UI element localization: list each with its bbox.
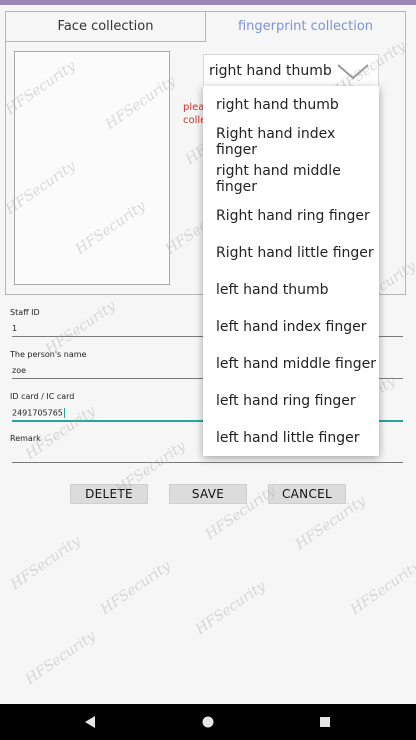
- cancel-button[interactable]: CANCEL: [268, 484, 346, 504]
- dropdown-option[interactable]: right hand thumb: [203, 86, 379, 123]
- top-status-strip: [0, 0, 416, 5]
- watermark: HFSecurity: [22, 628, 99, 688]
- back-icon[interactable]: [70, 704, 110, 740]
- system-nav-bar: [0, 704, 416, 740]
- finger-dropdown-menu: right hand thumb Right hand index finger…: [203, 86, 379, 456]
- save-button[interactable]: SAVE: [169, 484, 247, 504]
- person-name-label: The person's name: [10, 350, 87, 359]
- watermark: HFSecurity: [97, 558, 174, 618]
- dropdown-option[interactable]: Right hand ring finger: [203, 197, 379, 234]
- tab-fingerprint-collection[interactable]: fingerprint collection: [206, 11, 406, 42]
- tab-face-collection[interactable]: Face collection: [5, 11, 206, 42]
- id-card-value: 2491705765: [12, 408, 63, 418]
- dropdown-option[interactable]: left hand thumb: [203, 271, 379, 308]
- dropdown-option[interactable]: Right hand index finger: [203, 123, 379, 160]
- finger-select-value: right hand thumb: [209, 62, 332, 79]
- recents-icon[interactable]: [305, 704, 345, 740]
- id-card-label: ID card / IC card: [10, 392, 75, 401]
- remark-label: Remark: [10, 434, 41, 443]
- dropdown-option[interactable]: left hand index finger: [203, 308, 379, 345]
- watermark: HFSecurity: [347, 558, 416, 618]
- delete-button[interactable]: DELETE: [70, 484, 148, 504]
- staff-id-input[interactable]: 1: [12, 324, 17, 333]
- dropdown-option[interactable]: Right hand little finger: [203, 234, 379, 271]
- home-icon[interactable]: [188, 704, 228, 740]
- fingerprint-image-box: [14, 51, 170, 285]
- dropdown-option[interactable]: left hand ring finger: [203, 382, 379, 419]
- staff-id-label: Staff ID: [10, 308, 40, 317]
- dropdown-option[interactable]: left hand middle finger: [203, 345, 379, 382]
- watermark: HFSecurity: [7, 533, 84, 593]
- tab-bar: Face collection fingerprint collection: [5, 11, 406, 42]
- remark-underline: [12, 462, 403, 463]
- dropdown-option[interactable]: left hand little finger: [203, 419, 379, 456]
- chevron-down-icon: [336, 63, 370, 85]
- person-name-input[interactable]: zoe: [12, 366, 26, 375]
- id-card-input[interactable]: 2491705765: [12, 408, 65, 418]
- text-cursor: [63, 408, 65, 418]
- watermark: HFSecurity: [192, 578, 269, 638]
- finger-select[interactable]: right hand thumb: [203, 54, 379, 87]
- watermark: HFSecurity: [42, 298, 119, 358]
- dropdown-option[interactable]: right hand middle finger: [203, 160, 379, 197]
